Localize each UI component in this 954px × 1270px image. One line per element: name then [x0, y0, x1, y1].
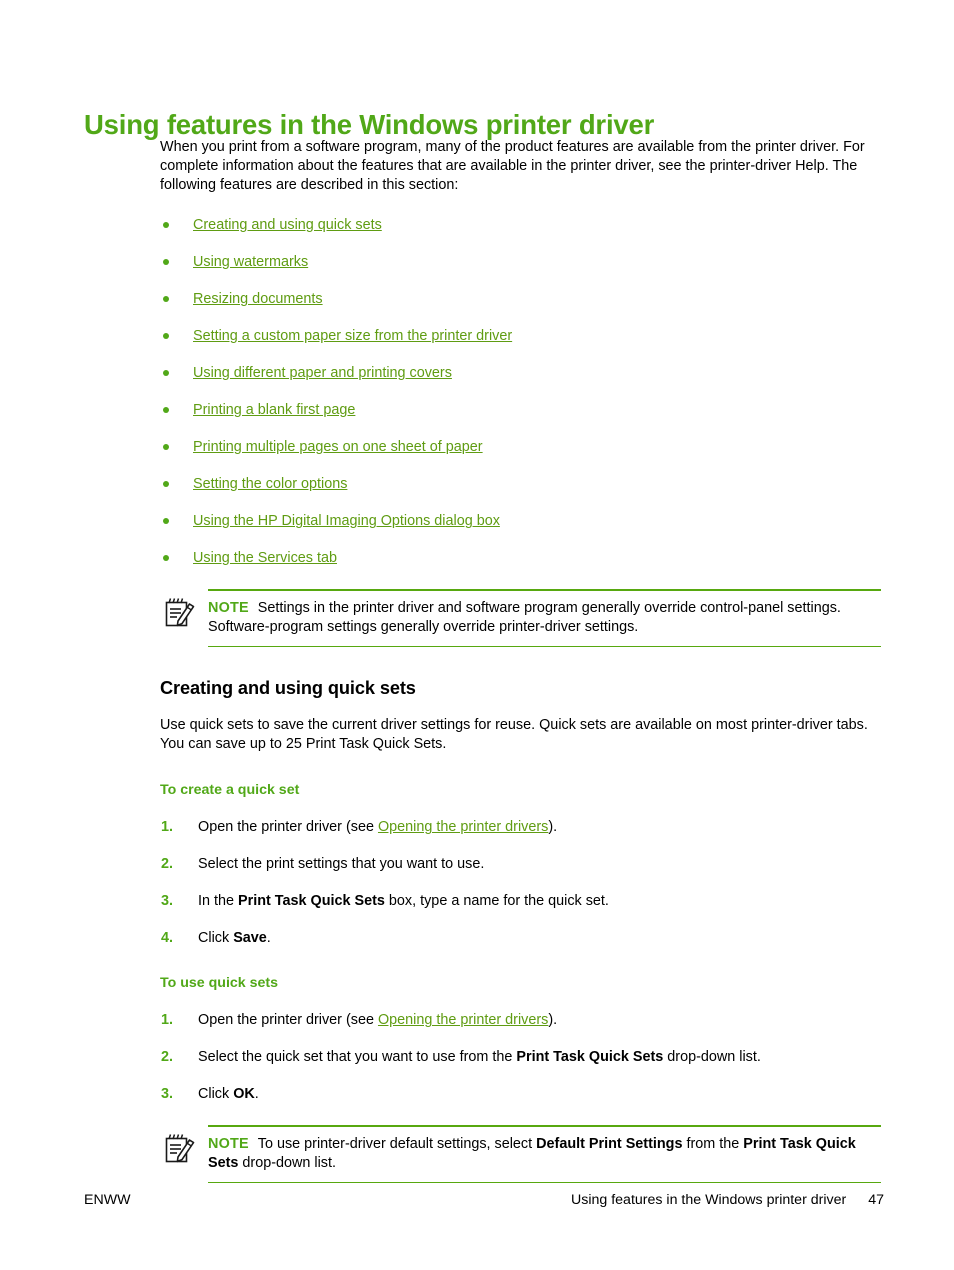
- step-text-post: ).: [548, 1012, 558, 1029]
- step-text-bold: Save: [233, 930, 267, 947]
- note-pad-pencil-icon: [163, 596, 197, 630]
- feature-link[interactable]: Setting the color options: [193, 476, 347, 492]
- feature-link[interactable]: Resizing documents: [193, 291, 323, 307]
- list-item: 4. Click Save.: [160, 929, 881, 947]
- procedure-heading-create: To create a quick set: [160, 782, 300, 799]
- footer-page-number: 47: [868, 1192, 884, 1208]
- list-item[interactable]: Using different paper and printing cover…: [160, 364, 881, 382]
- bullet-icon: [163, 444, 169, 451]
- step-text-pre: Select the quick set that you want to us…: [198, 1049, 517, 1066]
- footer-right: Using features in the Windows printer dr…: [571, 1192, 884, 1208]
- bullet-icon: [163, 370, 169, 377]
- list-item[interactable]: Setting the color options: [160, 475, 881, 493]
- procedure-steps-use: 1. Open the printer driver (see Opening …: [160, 1011, 881, 1103]
- list-item[interactable]: Creating and using quick sets: [160, 216, 881, 234]
- note-rule-bottom: [208, 1181, 881, 1184]
- list-item[interactable]: Using watermarks: [160, 253, 881, 271]
- bullet-icon: [163, 518, 169, 525]
- feature-link[interactable]: Using different paper and printing cover…: [193, 365, 452, 381]
- feature-link-list: Creating and using quick sets Using wate…: [160, 216, 881, 567]
- list-item: 2. Select the quick set that you want to…: [160, 1048, 881, 1066]
- footer-locale: ENWW: [84, 1192, 131, 1208]
- bullet-icon: [163, 407, 169, 414]
- note-text: NOTE To use printer-driver default settin…: [208, 1127, 881, 1182]
- list-item: 1. Open the printer driver (see Opening …: [160, 818, 881, 836]
- step-text-post: drop-down list.: [663, 1049, 761, 1066]
- procedure-heading-use: To use quick sets: [160, 975, 279, 992]
- list-item: 1. Open the printer driver (see Opening …: [160, 1011, 881, 1029]
- step-text-bold: OK: [233, 1086, 255, 1103]
- step-number: 3.: [161, 1086, 174, 1103]
- step-link[interactable]: Opening the printer drivers: [378, 819, 548, 835]
- page-footer: ENWW Using features in the Windows print…: [84, 1192, 884, 1212]
- step-text-post: box, type a name for the quick set.: [384, 893, 609, 910]
- step-number: 3.: [161, 893, 174, 910]
- list-item[interactable]: Printing a blank first page: [160, 401, 881, 419]
- feature-link[interactable]: Printing a blank first page: [193, 402, 355, 418]
- page-content: When you print from a software program, …: [160, 138, 881, 1184]
- note-bold-1: Default Print Settings: [536, 1135, 683, 1152]
- step-text-post: .: [266, 930, 271, 947]
- note-pad-pencil-icon: [163, 1132, 197, 1166]
- bullet-icon: [163, 333, 169, 340]
- note-body-text: Settings in the printer driver and softw…: [208, 599, 841, 635]
- step-text-post: .: [254, 1086, 259, 1103]
- step-number: 2.: [161, 856, 174, 873]
- bullet-icon: [163, 259, 169, 266]
- list-item: 3. In the Print Task Quick Sets box, typ…: [160, 892, 881, 910]
- feature-link[interactable]: Using watermarks: [193, 254, 308, 270]
- note-label: NOTE: [208, 1135, 249, 1152]
- feature-link[interactable]: Printing multiple pages on one sheet of …: [193, 439, 483, 455]
- document-page: Using features in the Windows printer dr…: [0, 0, 954, 1270]
- list-item: 2. Select the print settings that you wa…: [160, 855, 881, 873]
- step-number: 1.: [161, 1012, 174, 1029]
- step-text-pre: Click: [198, 1086, 234, 1103]
- step-text-pre: Open the printer driver (see: [198, 819, 378, 836]
- section-heading: Creating and using quick sets: [160, 678, 416, 699]
- bullet-icon: [163, 296, 169, 303]
- step-text-pre: Select the print settings that you want …: [198, 856, 485, 873]
- footer-section-title: Using features in the Windows printer dr…: [571, 1192, 847, 1208]
- list-item[interactable]: Setting a custom paper size from the pri…: [160, 327, 881, 345]
- step-text-pre: Click: [198, 930, 234, 947]
- note-block: NOTE Settings in the printer driver and s…: [160, 589, 881, 648]
- step-link[interactable]: Opening the printer drivers: [378, 1012, 548, 1028]
- intro-paragraph: When you print from a software program, …: [160, 139, 865, 194]
- list-item[interactable]: Printing multiple pages on one sheet of …: [160, 438, 881, 456]
- bullet-icon: [163, 222, 169, 229]
- procedure-steps-create: 1. Open the printer driver (see Opening …: [160, 818, 881, 947]
- list-item[interactable]: Using the Services tab: [160, 549, 881, 567]
- note-text: NOTE Settings in the printer driver and s…: [208, 591, 881, 646]
- note-body-text-2: from the: [682, 1135, 744, 1152]
- feature-link[interactable]: Using the Services tab: [193, 550, 337, 566]
- feature-link[interactable]: Creating and using quick sets: [193, 217, 382, 233]
- feature-link[interactable]: Using the HP Digital Imaging Options dia…: [193, 513, 500, 529]
- step-text-post: ).: [548, 819, 558, 836]
- list-item[interactable]: Resizing documents: [160, 290, 881, 308]
- note-rule-bottom: [208, 645, 881, 648]
- bullet-icon: [163, 555, 169, 562]
- page-title: Using features in the Windows printer dr…: [84, 109, 655, 141]
- step-text-pre: In the: [198, 893, 239, 910]
- note-block: NOTE To use printer-driver default settin…: [160, 1125, 881, 1184]
- step-text-pre: Open the printer driver (see: [198, 1012, 378, 1029]
- list-item: 3. Click OK.: [160, 1085, 881, 1103]
- step-number: 4.: [161, 930, 174, 947]
- bullet-icon: [163, 481, 169, 488]
- section-body: Use quick sets to save the current drive…: [160, 717, 868, 753]
- note-body-text-1: To use printer-driver default settings, …: [257, 1135, 537, 1152]
- list-item[interactable]: Using the HP Digital Imaging Options dia…: [160, 512, 881, 530]
- step-text-bold: Print Task Quick Sets: [238, 893, 385, 910]
- step-text-bold: Print Task Quick Sets: [516, 1049, 664, 1066]
- note-label: NOTE: [208, 599, 249, 616]
- note-body-text-3: drop-down list.: [238, 1154, 336, 1171]
- step-number: 1.: [161, 819, 174, 836]
- feature-link[interactable]: Setting a custom paper size from the pri…: [193, 328, 512, 344]
- step-number: 2.: [161, 1049, 174, 1066]
